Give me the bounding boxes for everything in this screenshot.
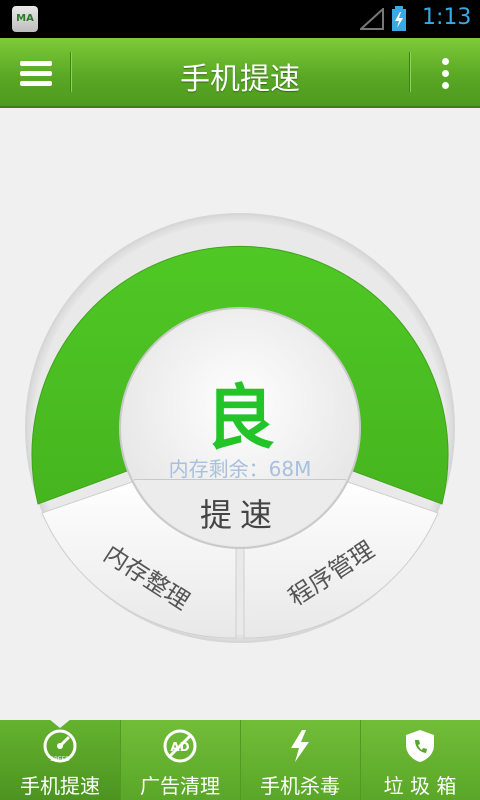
- speedometer-icon: SPEED: [43, 729, 77, 763]
- clock: 1:13: [422, 5, 472, 30]
- memory-remaining-label: 内存剩余：68M: [168, 457, 312, 481]
- nav-label: 垃 圾 箱: [383, 774, 457, 798]
- app-header: 手机提速: [0, 38, 480, 108]
- header-divider: [409, 52, 410, 92]
- nav-item-speed-up[interactable]: SPEED 手机提速: [0, 719, 120, 800]
- ad-block-icon: AD: [163, 729, 197, 763]
- bottom-nav: SPEED 手机提速 AD 广告清理 手机杀毒 垃 圾 箱: [0, 719, 480, 800]
- nav-item-ad-clean[interactable]: AD 广告清理: [120, 720, 240, 800]
- status-bar: MA 1:13: [0, 0, 480, 38]
- lightning-icon: [291, 730, 309, 762]
- main-content: 良 内存剩余：68M 提速 内存整理 程序管理: [0, 108, 480, 720]
- battery-charging-icon: [392, 6, 406, 31]
- health-rating: 良: [205, 377, 275, 459]
- speed-up-button[interactable]: 提速: [140, 490, 340, 538]
- nav-label: 手机杀毒: [260, 774, 340, 798]
- nav-item-antivirus[interactable]: 手机杀毒: [240, 720, 360, 800]
- svg-text:SPEED: SPEED: [50, 756, 70, 763]
- more-options-button[interactable]: [420, 38, 470, 106]
- nav-label: 广告清理: [140, 774, 220, 798]
- nav-item-trash[interactable]: 垃 圾 箱: [360, 720, 480, 800]
- app-notification-icon: MA: [12, 6, 38, 32]
- shield-phone-icon: [406, 730, 434, 762]
- page-title: 手机提速: [180, 62, 300, 97]
- nav-label: 手机提速: [20, 774, 100, 798]
- signal-icon: [360, 8, 384, 30]
- active-indicator: [49, 719, 71, 728]
